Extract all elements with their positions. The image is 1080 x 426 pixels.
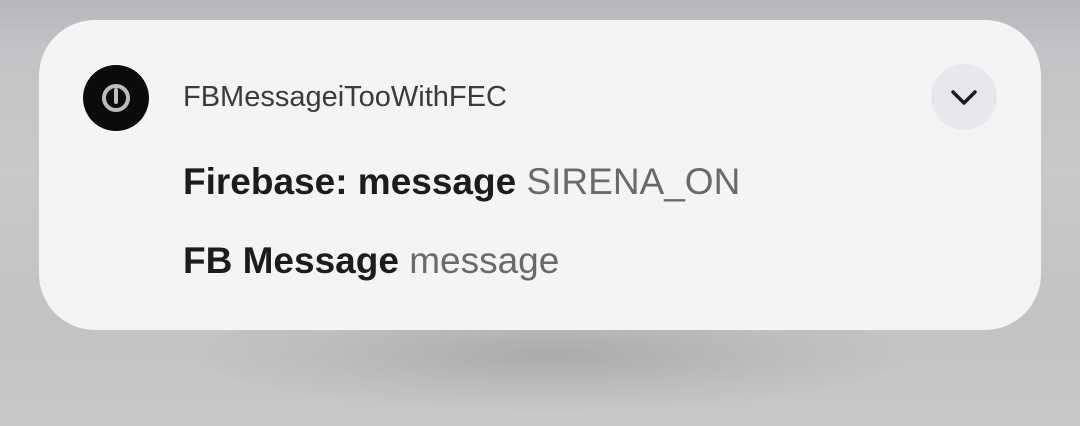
app-name: FBMessageiTooWithFEC — [183, 81, 507, 113]
message-body: SIRENA_ON — [526, 161, 741, 202]
message-row: FB Message message — [183, 240, 559, 282]
expand-button[interactable] — [931, 64, 997, 130]
message-row: Firebase: message SIRENA_ON — [183, 161, 740, 203]
message-title: FB Message — [183, 240, 410, 281]
message-body: message — [409, 240, 560, 281]
message-title: Firebase: message — [183, 161, 527, 202]
power-icon — [83, 65, 149, 131]
notification-card[interactable]: FBMessageiTooWithFEC Firebase: message S… — [39, 20, 1041, 330]
chevron-down-icon — [951, 90, 977, 105]
